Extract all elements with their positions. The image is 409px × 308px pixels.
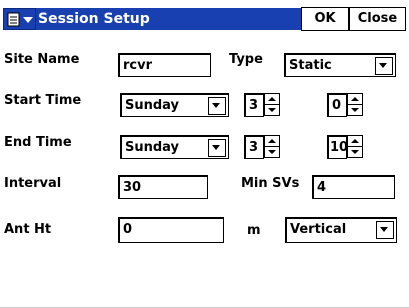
title-bar: Session Setup OK Close	[0, 0, 409, 36]
start-menu-button[interactable]	[3, 8, 36, 30]
type-select-value: Static	[289, 58, 332, 73]
start-day-value: Sunday	[125, 98, 180, 113]
triangle-down-icon[interactable]	[264, 104, 280, 116]
end-minute-input[interactable]: 10	[327, 135, 347, 159]
site-name-label: Site Name	[4, 52, 80, 67]
triangle-down-icon[interactable]	[347, 146, 363, 158]
ant-ht-input[interactable]: 0	[118, 217, 224, 243]
end-hour-spinner[interactable]	[264, 135, 280, 159]
end-time-label: End Time	[4, 135, 72, 150]
min-svs-label: Min SVs	[241, 176, 300, 191]
start-minute-spinner[interactable]	[347, 93, 363, 117]
ant-ht-method-value: Vertical	[290, 222, 347, 237]
chevron-down-icon[interactable]	[208, 139, 226, 157]
end-day-value: Sunday	[125, 140, 180, 155]
ant-ht-label: Ant Ht	[4, 222, 52, 237]
start-menu-icon	[7, 12, 33, 27]
chevron-down-icon[interactable]	[208, 97, 226, 115]
start-hour-input[interactable]: 3	[244, 93, 264, 117]
start-hour-spinner[interactable]	[264, 93, 280, 117]
type-label: Type	[229, 52, 263, 67]
interval-label: Interval	[4, 176, 62, 191]
chevron-down-icon[interactable]	[375, 57, 393, 75]
interval-input[interactable]: 30	[118, 175, 208, 199]
min-svs-input[interactable]: 4	[312, 175, 395, 199]
site-name-input[interactable]: rcvr	[118, 53, 211, 77]
start-day-select[interactable]: Sunday	[120, 93, 229, 117]
window-title: Session Setup	[36, 8, 301, 30]
triangle-down-icon[interactable]	[264, 146, 280, 158]
ant-ht-method-select[interactable]: Vertical	[285, 217, 397, 243]
end-hour-input[interactable]: 3	[244, 135, 264, 159]
ok-button[interactable]: OK	[301, 7, 349, 31]
end-minute-spinner[interactable]	[347, 135, 363, 159]
ant-ht-unit: m	[247, 223, 261, 238]
end-day-select[interactable]: Sunday	[120, 135, 229, 159]
close-button[interactable]: Close	[349, 7, 406, 31]
triangle-down-icon[interactable]	[347, 104, 363, 116]
chevron-down-icon[interactable]	[376, 221, 394, 239]
start-minute-input[interactable]: 0	[327, 93, 347, 117]
start-time-label: Start Time	[4, 93, 82, 108]
type-select[interactable]: Static	[284, 53, 396, 77]
